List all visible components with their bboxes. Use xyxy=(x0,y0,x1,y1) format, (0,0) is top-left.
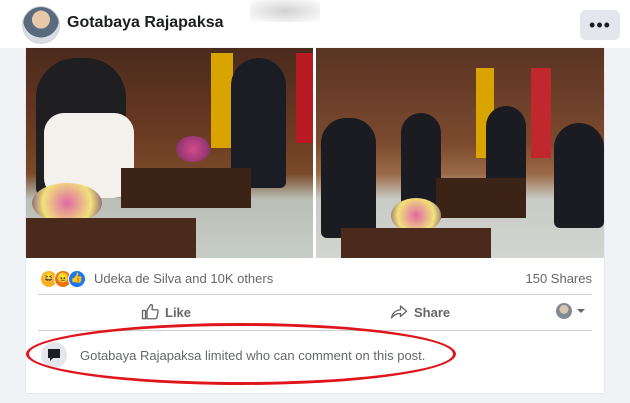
person xyxy=(554,123,604,228)
post-as-selector[interactable] xyxy=(556,303,587,319)
flower-vase xyxy=(176,136,210,162)
thumbs-up-icon xyxy=(141,303,159,320)
post-card: 😆 😠 👍 Udeka de Silva and 10K others 150 … xyxy=(26,48,604,393)
post-photo-1[interactable] xyxy=(26,48,313,258)
flag xyxy=(296,53,313,143)
author-name[interactable]: Gotabaya Rajapaksa xyxy=(67,14,224,32)
shares-count[interactable]: 150 Shares xyxy=(526,271,593,286)
share-arrow-icon xyxy=(390,305,408,319)
share-label: Share xyxy=(414,304,451,320)
author-avatar[interactable] xyxy=(22,6,60,44)
red-highlight-circle xyxy=(26,323,456,385)
like-button[interactable]: Like xyxy=(141,302,191,322)
emblem xyxy=(531,68,551,158)
more-options-button[interactable]: ••• xyxy=(580,10,620,40)
table xyxy=(436,178,526,218)
divider xyxy=(38,294,592,295)
post-photo-2[interactable] xyxy=(316,48,604,258)
chair xyxy=(341,228,491,258)
person xyxy=(321,118,376,238)
chair xyxy=(26,218,196,258)
table xyxy=(121,168,251,208)
actor-avatar xyxy=(556,303,572,319)
like-icon: 👍 xyxy=(68,270,86,288)
reactions-summary[interactable]: Udeka de Silva and 10K others xyxy=(94,271,273,286)
like-label: Like xyxy=(165,304,192,320)
share-button[interactable]: Share xyxy=(390,302,450,322)
chevron-down-icon xyxy=(577,309,585,313)
flag xyxy=(211,53,233,148)
flower-vase xyxy=(32,183,102,223)
reaction-icons[interactable]: 😆 😠 👍 xyxy=(40,270,86,288)
post-header: Gotabaya Rajapaksa ••• xyxy=(0,0,630,48)
blurred-artifact xyxy=(250,0,320,22)
